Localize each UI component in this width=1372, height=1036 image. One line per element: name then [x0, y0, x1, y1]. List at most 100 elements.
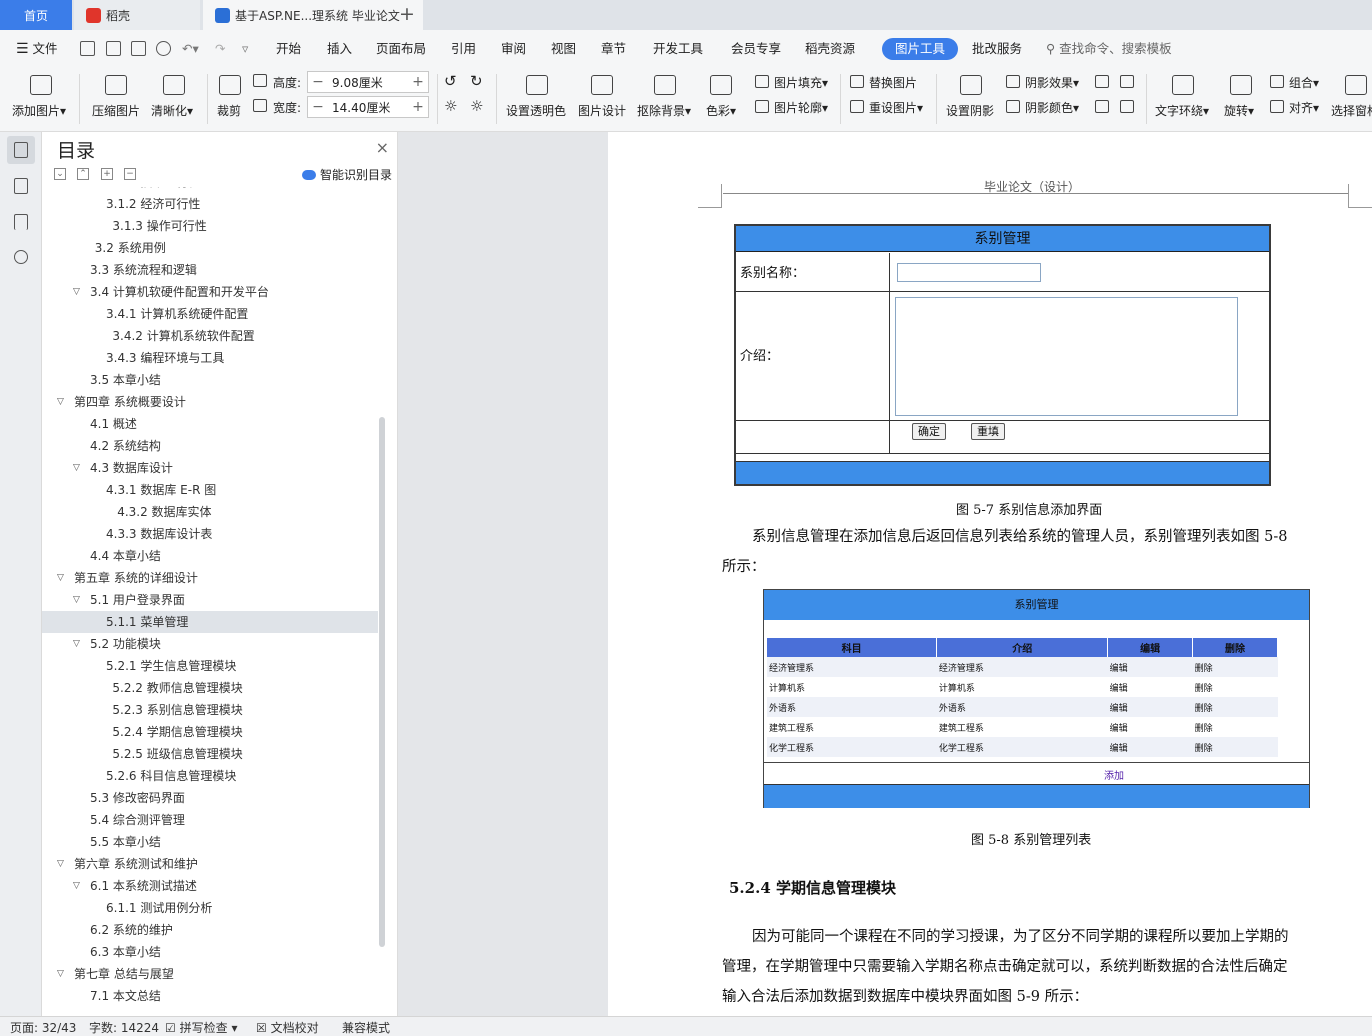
menu-developer[interactable]: 开发工具	[653, 30, 703, 68]
toc-item[interactable]: 6.1.1 测试用例分析	[42, 897, 378, 919]
toc-panel-button[interactable]	[7, 136, 35, 164]
rotate-right-icon[interactable]: ↻	[470, 72, 483, 90]
menu-daoke-resources[interactable]: 稻壳资源	[805, 30, 855, 68]
toc-item[interactable]: 7.1 本文总结	[42, 985, 378, 1007]
text-wrap-button[interactable]: 文字环绕▾	[1155, 102, 1209, 119]
command-search[interactable]: ⚲ 查找命令、搜索模板	[1046, 30, 1172, 68]
new-tab-button[interactable]: +	[399, 3, 415, 25]
add-picture-button[interactable]: 添加图片▾	[12, 102, 66, 119]
toc-item[interactable]: 3.4.1 计算机系统硬件配置	[42, 303, 378, 325]
toc-item[interactable]: 3.5 本章小结	[42, 369, 378, 391]
menu-references[interactable]: 引用	[451, 30, 476, 68]
height-decrease-button[interactable]: −	[308, 74, 328, 90]
width-decrease-button[interactable]: −	[308, 99, 328, 115]
menu-chapter[interactable]: 章节	[601, 30, 626, 68]
selection-pane-button[interactable]: 选择窗格	[1331, 102, 1372, 119]
expand-arrow-icon[interactable]: ▽	[73, 589, 80, 611]
picture-design-button[interactable]: 图片设计	[578, 102, 626, 119]
toc-item[interactable]: 5.2.2 教师信息管理模块	[42, 677, 378, 699]
menu-batch-service[interactable]: 批改服务	[972, 30, 1022, 68]
toc-item[interactable]: ▽ 3.4 计算机软硬件配置和开发平台	[42, 281, 378, 303]
word-count[interactable]: 字数: 14224	[89, 1019, 159, 1036]
replace-picture-button[interactable]: 替换图片	[869, 74, 917, 91]
print-icon[interactable]	[131, 41, 146, 56]
menu-start[interactable]: 开始	[276, 30, 301, 68]
menu-page-layout[interactable]: 页面布局	[376, 30, 426, 68]
toc-item[interactable]: 5.2.1 学生信息管理模块	[42, 655, 378, 677]
width-input[interactable]: 14.40厘米	[328, 99, 408, 116]
expand-arrow-icon[interactable]: ▽	[57, 567, 64, 589]
toc-item[interactable]: 5.2.6 科目信息管理模块	[42, 765, 378, 787]
print-preview-icon[interactable]	[156, 41, 171, 56]
shadow-down-icon[interactable]	[1120, 75, 1134, 88]
undo-icon[interactable]: ↶▾	[182, 30, 199, 68]
contrast-icon[interactable]: ☼	[470, 97, 483, 115]
toc-item[interactable]: ▽ 6.1 本系统测试描述	[42, 875, 378, 897]
toc-item[interactable]: 3.4.2 计算机系统软件配置	[42, 325, 378, 347]
toc-item[interactable]: 5.2.3 系别信息管理模块	[42, 699, 378, 721]
reset-picture-button[interactable]: 重设图片▾	[869, 99, 923, 116]
toc-item[interactable]: 3.4.3 编程环境与工具	[42, 347, 378, 369]
toc-item[interactable]: 3.2 系统用例	[42, 237, 378, 259]
expand-arrow-icon[interactable]: ▽	[73, 633, 80, 655]
tab-document[interactable]: 基于ASP.NE...理系统 毕业论文	[203, 0, 423, 30]
shadow-right-icon[interactable]	[1120, 100, 1134, 113]
toc-item[interactable]: 5.5 本章小结	[42, 831, 378, 853]
menu-picture-tools[interactable]: 图片工具	[882, 38, 959, 60]
export-pdf-icon[interactable]	[106, 41, 121, 56]
height-input[interactable]: 9.08厘米	[328, 74, 408, 91]
rotate-left-icon[interactable]: ↺	[444, 72, 457, 90]
picture-outline-button[interactable]: 图片轮廓▾	[774, 99, 828, 116]
tab-daoke[interactable]: 稻壳	[74, 0, 200, 30]
height-stepper[interactable]: − 9.08厘米 +	[307, 71, 429, 93]
figure-department-add-form[interactable]: 系别管理 系别名称： 介绍： 确定 重填	[734, 224, 1271, 486]
toc-item[interactable]: 4.3.3 数据库设计表	[42, 523, 378, 545]
expand-arrow-icon[interactable]: ▽	[73, 875, 80, 897]
picture-fill-button[interactable]: 图片填充▾	[774, 74, 828, 91]
smart-toc-button[interactable]: 智能识别目录	[302, 166, 392, 183]
menu-insert[interactable]: 插入	[327, 30, 352, 68]
toc-item[interactable]: 4.1 概述	[42, 413, 378, 435]
toc-item[interactable]: ▽ 5.1 用户登录界面	[42, 589, 378, 611]
toc-item[interactable]: 5.4 综合测评管理	[42, 809, 378, 831]
menu-member[interactable]: 会员专享	[731, 30, 781, 68]
toc-item[interactable]: 6.3 本章小结	[42, 941, 378, 963]
toc-item[interactable]: 4.2 系统结构	[42, 435, 378, 457]
toc-scrollbar[interactable]	[379, 417, 385, 947]
save-icon[interactable]	[80, 41, 95, 56]
menu-view[interactable]: 视图	[551, 30, 576, 68]
expand-all-icon[interactable]: +	[101, 168, 113, 180]
expand-arrow-icon[interactable]: ▽	[57, 963, 64, 985]
shadow-left-icon[interactable]	[1095, 100, 1109, 113]
expand-arrow-icon[interactable]: ▽	[57, 853, 64, 875]
menu-review[interactable]: 审阅	[501, 30, 526, 68]
shadow-effect-button[interactable]: 阴影效果▾	[1025, 74, 1079, 91]
quick-access-dropdown-icon[interactable]: ▿	[242, 30, 248, 68]
spell-check-button[interactable]: ☑ 拼写检查 ▾	[165, 1019, 237, 1036]
group-button[interactable]: 组合▾	[1289, 74, 1319, 91]
collapse-icon[interactable]: −	[124, 168, 136, 180]
set-transparent-button[interactable]: 设置透明色	[506, 102, 566, 119]
expand-arrow-icon[interactable]: ▽	[73, 281, 80, 303]
toc-item[interactable]: 5.3 修改密码界面	[42, 787, 378, 809]
toc-item[interactable]: ▽ 第六章 系统测试和维护	[42, 853, 378, 875]
set-shadow-button[interactable]: 设置阴影	[946, 102, 994, 119]
toc-item[interactable]: 6.2 系统的维护	[42, 919, 378, 941]
height-increase-button[interactable]: +	[408, 74, 428, 90]
bookmark-button[interactable]	[7, 208, 35, 236]
toc-item[interactable]: 4.3.2 数据库实体	[42, 501, 378, 523]
shadow-up-icon[interactable]	[1095, 75, 1109, 88]
doc-proofread-button[interactable]: ☒ 文档校对	[256, 1019, 319, 1036]
width-increase-button[interactable]: +	[408, 99, 428, 115]
toc-item[interactable]: 5.1.1 菜单管理	[42, 611, 378, 633]
remove-background-button[interactable]: 抠除背景▾	[637, 102, 691, 119]
toc-item[interactable]: ▽ 第七章 总结与展望	[42, 963, 378, 985]
redo-icon[interactable]: ↷	[215, 30, 225, 68]
toc-item[interactable]: ▽ 5.2 功能模块	[42, 633, 378, 655]
crop-button[interactable]: 裁剪	[217, 102, 241, 119]
toc-item[interactable]: 3.3 系统流程和逻辑	[42, 259, 378, 281]
compress-picture-button[interactable]: 压缩图片	[92, 102, 140, 119]
figure-department-list[interactable]: 系别管理 科目 介绍 编辑 删除 经济管理系 经济管理系 编辑 删除 计算机系 计算机系编…	[763, 589, 1310, 808]
toc-item[interactable]: ▽ 第四章 系统概要设计	[42, 391, 378, 413]
find-button[interactable]	[7, 244, 35, 272]
